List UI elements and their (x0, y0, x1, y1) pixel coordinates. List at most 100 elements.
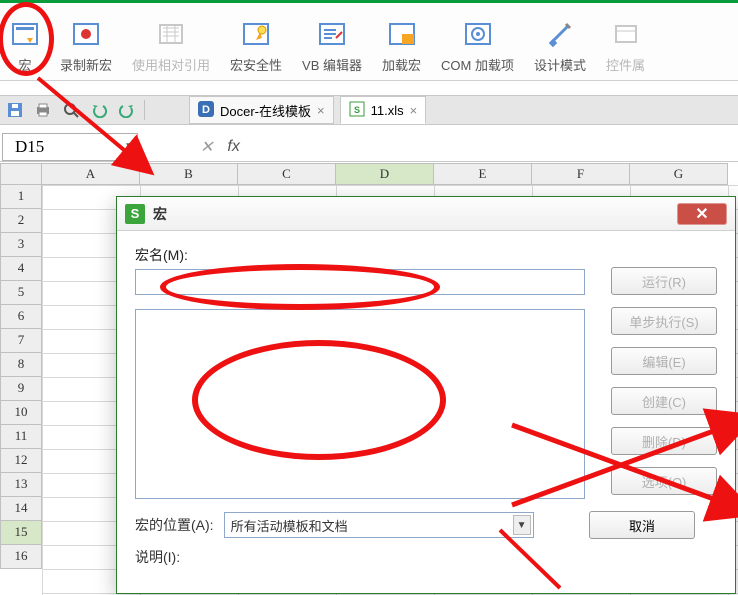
fx-label[interactable]: fx (227, 138, 239, 156)
com-addin-icon (463, 19, 493, 49)
column-header[interactable]: E (434, 163, 532, 185)
macro-name-input[interactable] (135, 269, 585, 295)
column-headers: ABCDEFG (42, 163, 738, 185)
fx-area: ✕ fx (200, 137, 240, 157)
macro-security-icon (241, 19, 271, 49)
row-header[interactable]: 12 (0, 449, 42, 473)
chevron-down-icon[interactable]: ▼ (121, 141, 137, 152)
ribbon-control-props[interactable]: 控件属 (596, 6, 655, 78)
row-headers: 12345678910111213141516 (0, 185, 42, 569)
ribbon-com-addin[interactable]: COM 加载项 (431, 6, 524, 78)
addin-icon (387, 19, 417, 49)
row-header[interactable]: 15 (0, 521, 42, 545)
tab-label: Docer-在线模板 (220, 101, 311, 120)
row-header[interactable]: 2 (0, 209, 42, 233)
name-box[interactable]: D15 ▼ (2, 133, 138, 161)
dialog-close-button[interactable]: ✕ (677, 203, 727, 225)
ribbon-label: COM 加载项 (441, 55, 514, 74)
ribbon-relative-ref[interactable]: 使用相对引用 (122, 6, 220, 78)
ribbon-label: VB 编辑器 (302, 55, 362, 74)
qa-undo[interactable] (86, 98, 112, 122)
row-header[interactable]: 8 (0, 353, 42, 377)
dialog-app-icon: S (125, 204, 145, 224)
row-header[interactable]: 9 (0, 377, 42, 401)
docer-icon: D (198, 101, 214, 120)
ribbon-label: 录制新宏 (60, 55, 112, 74)
relative-ref-icon (156, 19, 186, 49)
column-header[interactable]: A (42, 163, 140, 185)
row-header[interactable]: 4 (0, 257, 42, 281)
step-button[interactable]: 单步执行(S) (611, 307, 717, 335)
ribbon-design-mode[interactable]: 设计模式 (524, 6, 596, 78)
qa-redo[interactable] (114, 98, 140, 122)
qa-preview[interactable] (58, 98, 84, 122)
row-header[interactable]: 11 (0, 425, 42, 449)
macro-dialog: S 宏 ✕ 宏名(M): 运行(R) 单步执行(S) 编辑(E) 创建(C) 删… (116, 196, 736, 594)
doc-tab-docer[interactable]: D Docer-在线模板 × (189, 96, 334, 124)
row-header[interactable]: 5 (0, 281, 42, 305)
ribbon-label: 设计模式 (534, 55, 586, 74)
chevron-down-icon[interactable]: ▼ (513, 515, 531, 535)
dialog-side-buttons: 运行(R) 单步执行(S) 编辑(E) 创建(C) 删除(D) 选项(O) (611, 267, 717, 495)
row-header[interactable]: 10 (0, 401, 42, 425)
macro-name-label: 宏名(M): (135, 245, 717, 265)
separator (144, 100, 145, 120)
ribbon-label: 宏安全性 (230, 55, 282, 74)
quick-access-bar: D Docer-在线模板 × S 11.xls × (0, 95, 738, 125)
macro-icon (10, 19, 40, 49)
row-header[interactable]: 7 (0, 329, 42, 353)
tab-label: 11.xls (371, 103, 404, 118)
dialog-titlebar[interactable]: S 宏 ✕ (117, 197, 735, 231)
ribbon-macro-security[interactable]: 宏安全性 (220, 6, 292, 78)
row-header[interactable]: 16 (0, 545, 42, 569)
run-button[interactable]: 运行(R) (611, 267, 717, 295)
row-header[interactable]: 13 (0, 473, 42, 497)
svg-text:D: D (202, 104, 210, 116)
combo-value: 所有活动模板和文档 (231, 516, 348, 535)
ribbon-label: 宏 (18, 55, 31, 74)
row-header[interactable]: 6 (0, 305, 42, 329)
row-header[interactable]: 3 (0, 233, 42, 257)
svg-text:S: S (354, 105, 360, 115)
ribbon-vb-editor[interactable]: VB 编辑器 (292, 6, 372, 78)
description-label: 说明(I): (135, 549, 180, 565)
options-button[interactable]: 选项(O) (611, 467, 717, 495)
qa-save[interactable] (2, 98, 28, 122)
ribbon-label: 使用相对引用 (132, 55, 210, 74)
column-header[interactable]: G (630, 163, 728, 185)
record-macro-icon (71, 19, 101, 49)
row-header[interactable]: 14 (0, 497, 42, 521)
qa-print[interactable] (30, 98, 56, 122)
dialog-title: 宏 (153, 204, 167, 224)
ribbon-addin[interactable]: 加载宏 (372, 6, 431, 78)
delete-button[interactable]: 删除(D) (611, 427, 717, 455)
column-header[interactable]: C (238, 163, 336, 185)
column-header[interactable]: F (532, 163, 630, 185)
row-header[interactable]: 1 (0, 185, 42, 209)
close-icon[interactable]: × (410, 103, 418, 118)
formula-bar-row: D15 ▼ ✕ fx (0, 132, 738, 162)
edit-button[interactable]: 编辑(E) (611, 347, 717, 375)
dialog-body: 宏名(M): 运行(R) 单步执行(S) 编辑(E) 创建(C) 删除(D) 选… (117, 231, 735, 593)
macro-list[interactable] (135, 309, 585, 499)
location-combo[interactable]: 所有活动模板和文档 ▼ (224, 512, 534, 538)
name-box-text: D15 (3, 137, 121, 157)
ribbon: 宏 录制新宏 使用相对引用 宏安全性 VB 编辑器 加载宏 COM 加载项 (0, 3, 738, 81)
location-label: 宏的位置(A): (135, 515, 214, 535)
design-mode-icon (545, 19, 575, 49)
ribbon-macro[interactable]: 宏 (0, 6, 50, 78)
cancel-button[interactable]: 取消 (589, 511, 695, 539)
vb-editor-icon (317, 19, 347, 49)
control-props-icon (611, 19, 641, 49)
ribbon-record-macro[interactable]: 录制新宏 (50, 6, 122, 78)
fx-cancel-icon[interactable]: ✕ (200, 137, 213, 157)
xls-icon: S (349, 101, 365, 120)
column-header[interactable]: D (336, 163, 434, 185)
ribbon-label: 加载宏 (382, 55, 421, 74)
column-header[interactable]: B (140, 163, 238, 185)
ribbon-label: 控件属 (606, 55, 645, 74)
doc-tab-file[interactable]: S 11.xls × (340, 96, 427, 124)
select-all-corner[interactable] (0, 163, 42, 185)
create-button[interactable]: 创建(C) (611, 387, 717, 415)
close-icon[interactable]: × (317, 103, 325, 118)
